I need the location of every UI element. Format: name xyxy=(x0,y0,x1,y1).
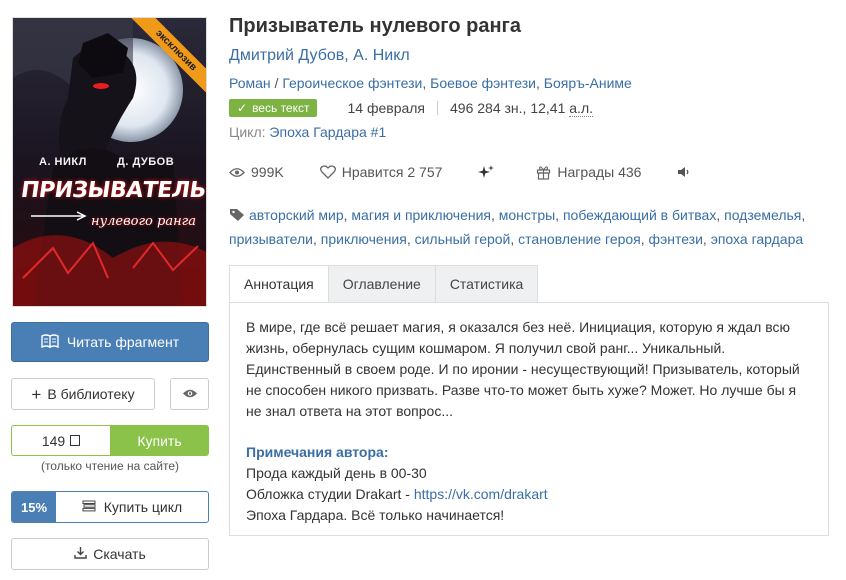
download-icon xyxy=(74,546,87,562)
book-title: Призыватель нулевого ранга xyxy=(229,15,522,37)
cover-studio-link[interactable]: https://vk.com/drakart xyxy=(414,486,548,502)
author-note: Прода каждый день в 00-30 xyxy=(246,465,427,481)
like-button[interactable]: Нравится 2 757 xyxy=(319,164,443,180)
tag-link[interactable]: призыватели xyxy=(229,231,313,247)
cycle-link[interactable]: Эпоха Гардара #1 xyxy=(269,124,386,140)
speaker-icon xyxy=(677,166,691,178)
size-unit: а.л. xyxy=(569,99,593,117)
cover-subtitle: нулевого ранга xyxy=(91,214,196,229)
awards-label: Награды 436 xyxy=(557,164,642,180)
cycle-info: Цикл: Эпоха Гардара #1 xyxy=(229,124,386,140)
audio-button[interactable] xyxy=(677,166,697,178)
author-note: Эпоха Гардара. Всё только начинается! xyxy=(246,507,505,523)
tag-link[interactable]: монстры xyxy=(499,207,555,223)
currency-icon xyxy=(70,435,81,446)
check-icon: ✓ xyxy=(237,101,248,115)
tag-link[interactable]: приключения xyxy=(321,231,407,247)
sparkle-icon xyxy=(478,164,495,180)
books-stack-icon xyxy=(82,499,96,515)
buy-note: (только чтение на сайте) xyxy=(40,459,180,473)
read-fragment-button[interactable]: Читать фрагмент xyxy=(11,322,209,362)
tag-link[interactable]: эпоха гардара xyxy=(711,231,803,247)
buy-cycle-button[interactable]: 15% Купить цикл xyxy=(11,491,209,523)
tag-link[interactable]: магия и приключения xyxy=(351,207,491,223)
eye-icon xyxy=(182,386,198,402)
watch-button[interactable] xyxy=(170,378,209,410)
tab-statistics[interactable]: Статистика xyxy=(435,265,539,303)
buy-button[interactable]: Купить xyxy=(110,425,209,456)
annotation-text: В мире, где всё решает магия, я оказался… xyxy=(246,319,800,419)
tag-icon xyxy=(229,206,245,228)
cycle-label: Цикл: xyxy=(229,124,266,140)
genre-link[interactable]: Героическое фэнтези xyxy=(282,75,422,91)
tag-link[interactable]: фэнтези xyxy=(649,231,703,247)
views-stat: 999K xyxy=(229,164,284,180)
views-count: 999K xyxy=(251,164,284,180)
tag-link[interactable]: побеждающий в битвах xyxy=(563,207,716,223)
authors: Дмитрий Дубов, А. Никл xyxy=(229,47,410,65)
read-fragment-label: Читать фрагмент xyxy=(66,334,180,350)
add-to-library-button[interactable]: + В библиотеку xyxy=(11,378,155,410)
buy-cycle-inner[interactable]: Купить цикл xyxy=(56,492,208,522)
genre-link[interactable]: Роман xyxy=(229,75,271,91)
likes-label: Нравится 2 757 xyxy=(341,164,443,180)
price-display: 149 xyxy=(11,425,110,456)
divider xyxy=(437,101,439,115)
download-button[interactable]: Скачать xyxy=(11,538,209,570)
cover-credit: Обложка студии Drakart - xyxy=(246,486,414,502)
book-size: 496 284 зн., 12,41 xyxy=(450,100,566,116)
stats-bar: 999K Нравится 2 757 Награды 436 xyxy=(229,164,733,180)
cycle-discount: 15% xyxy=(12,492,56,522)
tab-bar: Аннотация Оглавление Статистика xyxy=(229,265,539,303)
publish-date: 14 февраля xyxy=(347,100,426,116)
author-note-cover: Обложка студии Drakart - https://vk.com/… xyxy=(246,484,812,505)
cover-author-left: А. НИКЛ xyxy=(39,156,87,168)
status-badge-label: весь текст xyxy=(252,101,310,115)
sparkle-button[interactable] xyxy=(478,164,500,180)
author-notes-title: Примечания автора: xyxy=(246,444,389,460)
tab-annotation[interactable]: Аннотация xyxy=(229,265,329,303)
awards-button[interactable]: Награды 436 xyxy=(536,164,641,180)
book-cover[interactable]: А. НИКЛ Д. ДУБОВ ПРИЗЫВАТЕЛЬ нулевого ра… xyxy=(12,17,207,307)
download-label: Скачать xyxy=(93,546,146,562)
status-badge: ✓ весь текст xyxy=(229,99,318,117)
tag-link[interactable]: сильный герой xyxy=(415,231,511,247)
tag-link[interactable]: подземелья xyxy=(724,207,801,223)
genre-link[interactable]: Бояръ-Аниме xyxy=(544,75,632,91)
gift-icon xyxy=(536,165,551,180)
plus-icon: + xyxy=(31,384,42,404)
book-meta: ✓ весь текст 14 февраля 496 284 зн., 12,… xyxy=(229,99,593,117)
eye-icon xyxy=(229,167,245,178)
cover-title: ПРИЗЫВАТЕЛЬ xyxy=(19,178,207,203)
author-link[interactable]: А. Никл xyxy=(353,47,410,64)
tag-link[interactable]: авторский мир xyxy=(249,207,344,223)
heart-icon xyxy=(319,165,336,179)
author-link[interactable]: Дмитрий Дубов xyxy=(229,47,344,64)
genres: Роман / Героическое фэнтези, Боевое фэнт… xyxy=(229,75,632,91)
buy-label: Купить xyxy=(137,432,182,449)
annotation-panel: В мире, где всё решает магия, я оказался… xyxy=(229,302,829,536)
tags-list: авторский мир, магия и приключения, монс… xyxy=(229,206,806,247)
cover-author-right: Д. ДУБОВ xyxy=(117,156,175,168)
price-value: 149 xyxy=(41,432,66,449)
author-separator: , xyxy=(344,47,354,64)
genre-link[interactable]: Боевое фэнтези xyxy=(430,75,536,91)
book-open-icon xyxy=(41,333,59,351)
tab-contents[interactable]: Оглавление xyxy=(328,265,436,303)
tag-link[interactable]: становление героя xyxy=(518,231,641,247)
add-to-library-label: В библиотеку xyxy=(47,386,135,402)
buy-cycle-label: Купить цикл xyxy=(103,499,183,515)
